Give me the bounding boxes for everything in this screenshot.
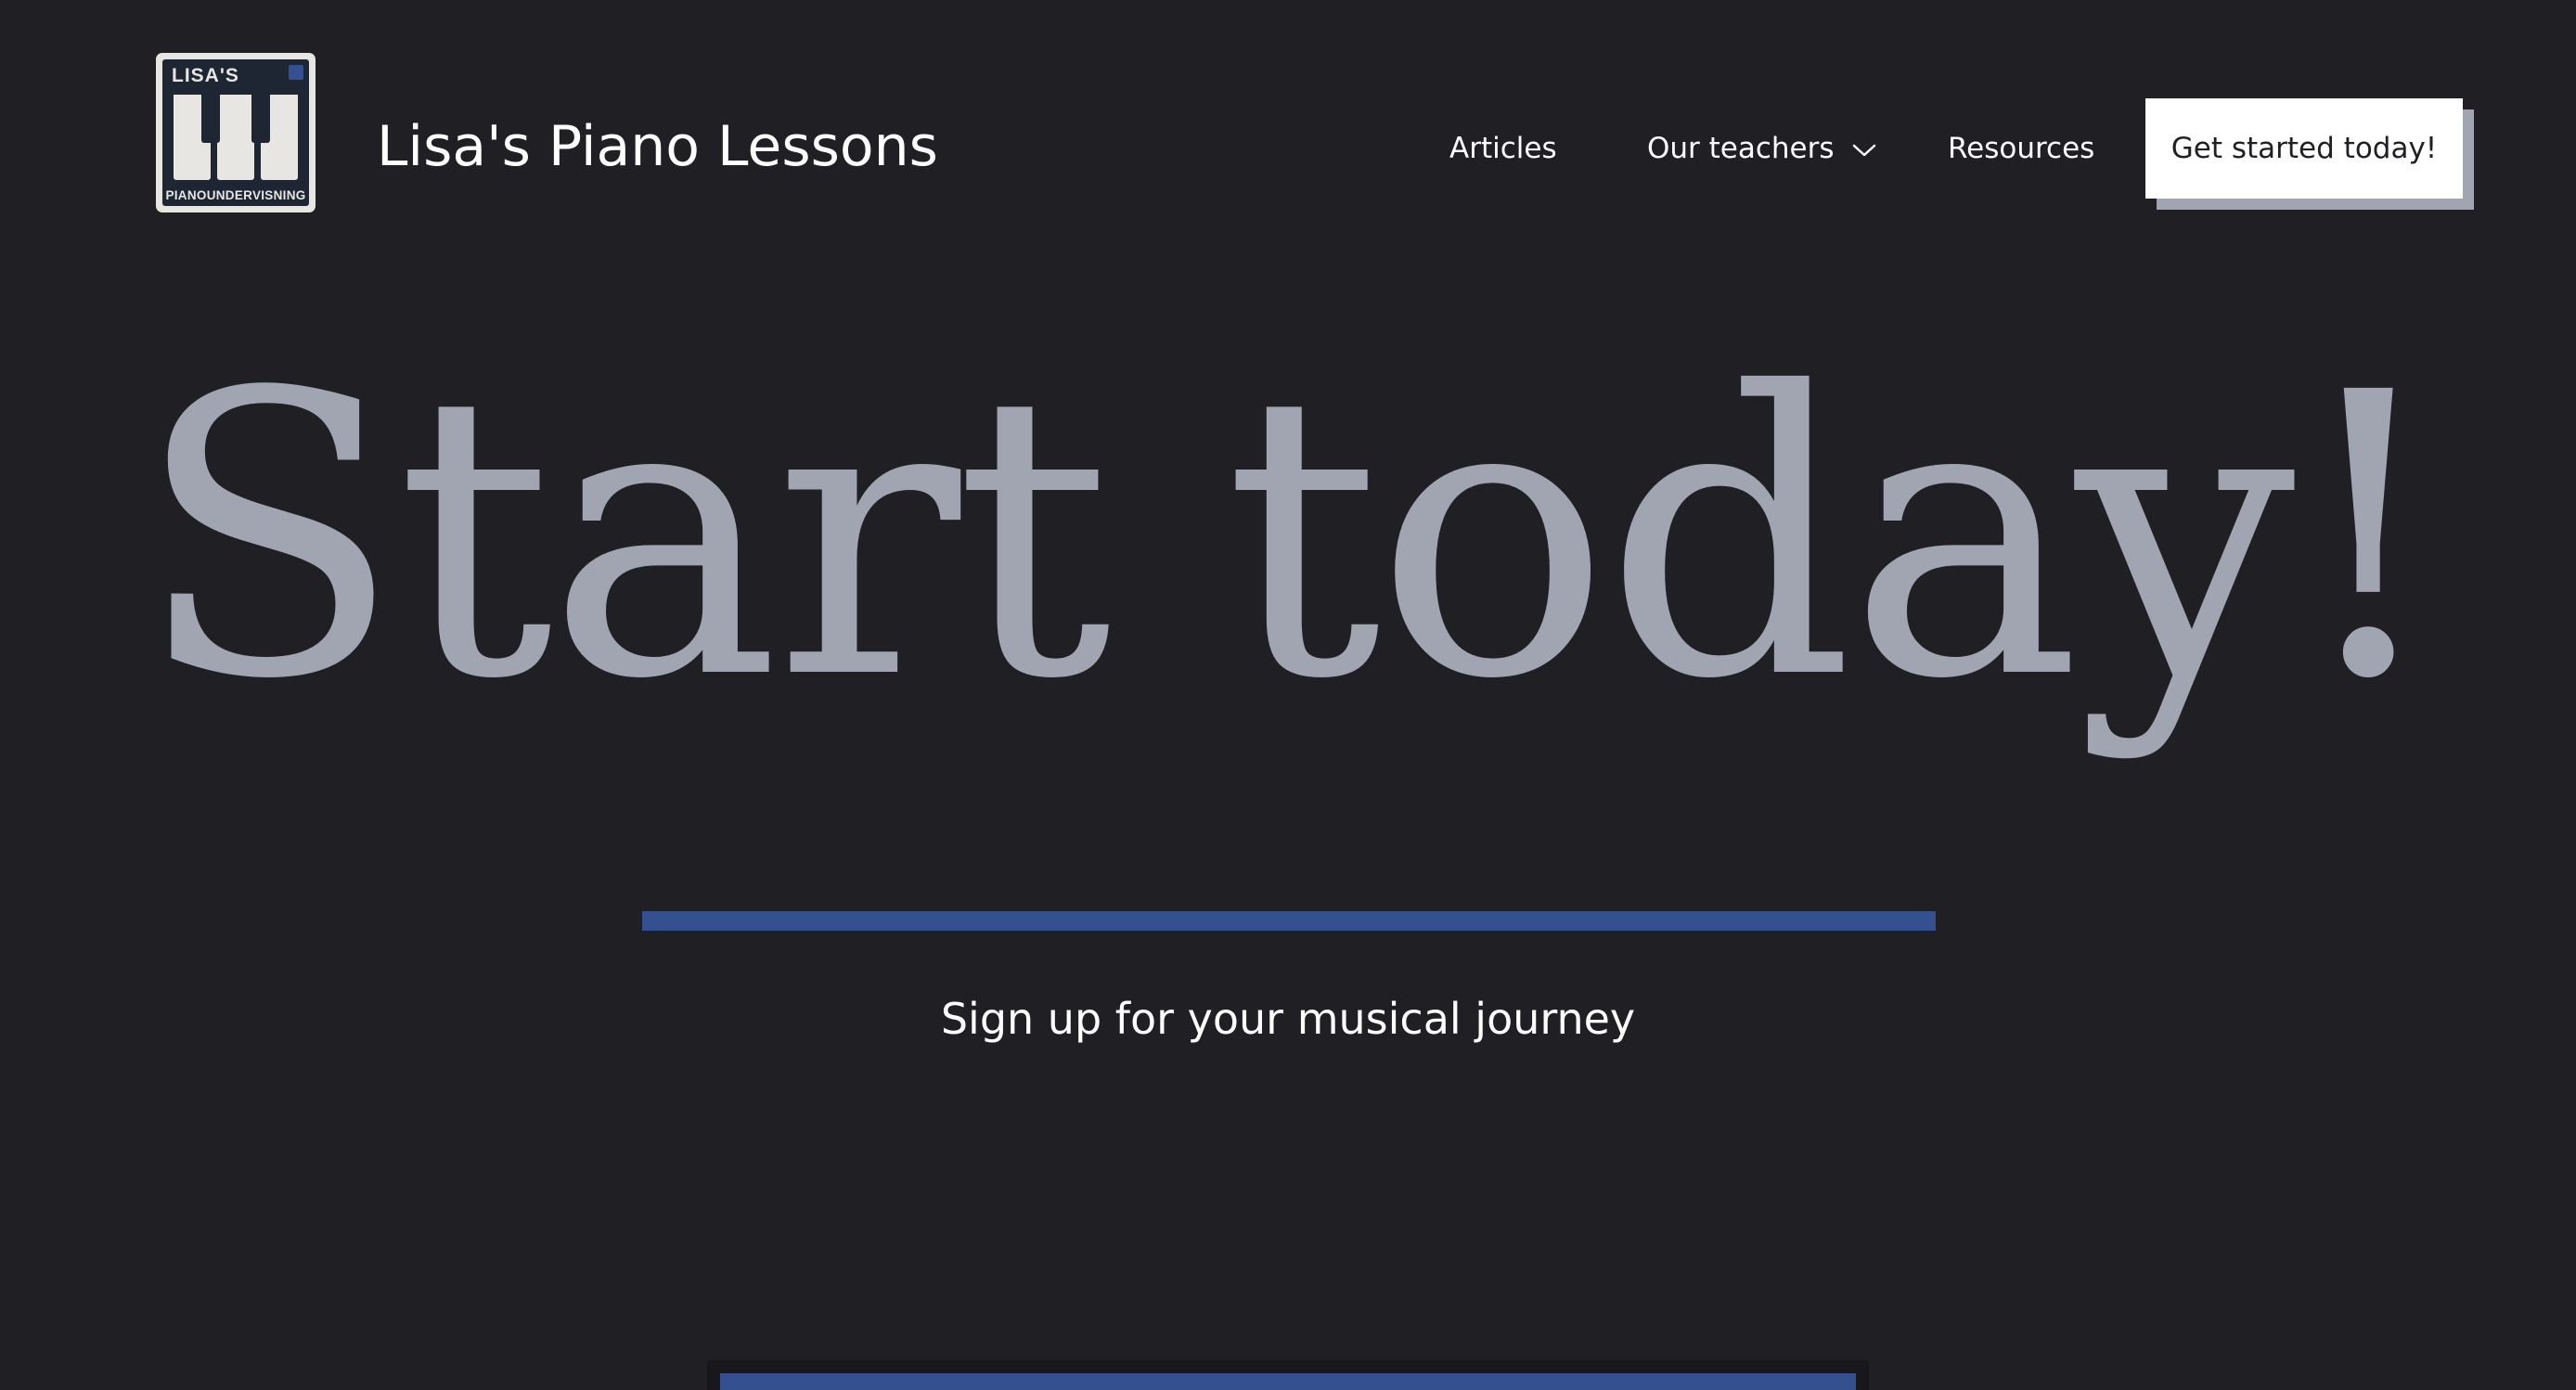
black-key bbox=[201, 95, 220, 143]
site-logo[interactable]: LISA'S PIANOUNDERVISNING bbox=[156, 53, 316, 212]
hero-subtitle: Sign up for your musical journey bbox=[940, 994, 1636, 1044]
site-title[interactable]: Lisa's Piano Lessons bbox=[377, 109, 938, 184]
piano-keys-icon bbox=[174, 95, 298, 180]
logo-top-text: LISA'S bbox=[172, 65, 239, 86]
logo-accent-square bbox=[289, 65, 303, 80]
site-header: LISA'S PIANOUNDERVISNING Lisa's Piano Le… bbox=[0, 0, 2576, 278]
signup-form-header-bar bbox=[720, 1373, 1856, 1390]
nav-teachers-label: Our teachers bbox=[1647, 132, 1835, 165]
white-key bbox=[217, 95, 254, 180]
hero-divider bbox=[642, 911, 1936, 931]
logo-badge: LISA'S PIANOUNDERVISNING bbox=[162, 59, 309, 206]
black-key bbox=[251, 95, 270, 143]
cta-container: Get started today! bbox=[2145, 98, 2474, 210]
nav-teachers-dropdown[interactable]: Our teachers bbox=[1647, 128, 1876, 169]
get-started-button[interactable]: Get started today! bbox=[2145, 98, 2463, 199]
logo-bottom-text: PIANOUNDERVISNING bbox=[165, 188, 306, 202]
page: LISA'S PIANOUNDERVISNING Lisa's Piano Le… bbox=[0, 0, 2576, 1390]
hero-title: Start today! bbox=[135, 311, 2447, 765]
signup-form-card bbox=[707, 1360, 1869, 1390]
chevron-down-icon bbox=[1853, 144, 1876, 156]
nav-resources-link[interactable]: Resources bbox=[1948, 128, 2094, 169]
nav-articles-link[interactable]: Articles bbox=[1449, 128, 1557, 169]
